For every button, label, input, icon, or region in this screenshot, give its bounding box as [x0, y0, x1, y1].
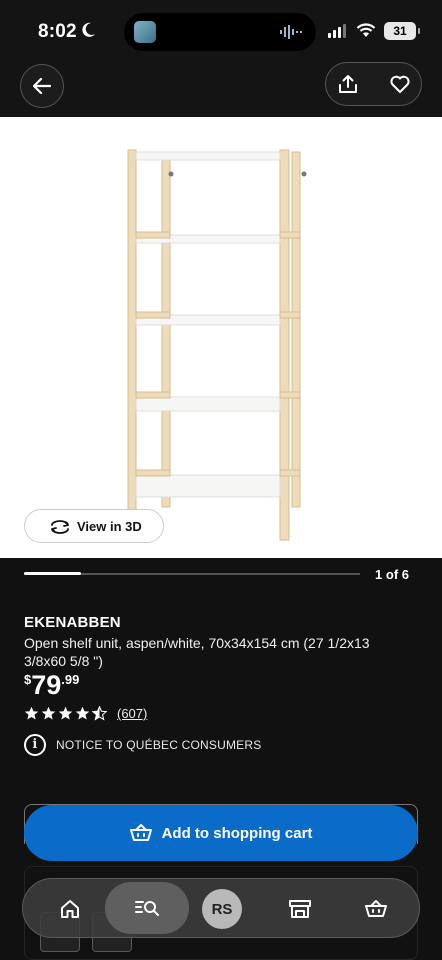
- product-image-gallery[interactable]: View in 3D: [0, 117, 442, 558]
- now-playing-thumbnail: [134, 21, 156, 43]
- price-integer: 79: [31, 670, 62, 700]
- tab-stores[interactable]: [275, 879, 325, 939]
- product-description: Open shelf unit, aspen/white, 70x34x154 …: [24, 635, 370, 669]
- bottom-tab-bar: RS: [22, 878, 420, 938]
- status-bar: 8:02 31: [0, 0, 442, 62]
- view-in-3d-button[interactable]: View in 3D: [24, 509, 164, 543]
- pager-progress: [24, 572, 81, 575]
- review-count-link[interactable]: (607): [117, 706, 147, 721]
- search-list-icon: [135, 901, 159, 916]
- view-in-3d-label: View in 3D: [77, 518, 142, 534]
- share-icon[interactable]: [338, 74, 358, 94]
- tab-profile[interactable]: RS: [200, 879, 244, 939]
- price-decimal: .99: [61, 672, 80, 687]
- heart-icon[interactable]: [390, 74, 410, 94]
- tab-cart[interactable]: [351, 879, 401, 939]
- avatar: RS: [202, 889, 242, 929]
- arrow-left-icon: [33, 78, 51, 94]
- cart-icon: [129, 824, 152, 841]
- half-star-icon: [92, 706, 107, 721]
- rotate-3d-icon: [51, 520, 69, 534]
- top-nav: [0, 62, 442, 117]
- battery-indicator: 31: [384, 22, 420, 40]
- cellular-signal-icon: [328, 24, 346, 38]
- basket-icon: [365, 900, 387, 917]
- store-icon: [289, 900, 311, 918]
- star-icon: [75, 706, 90, 720]
- page-indicator: 1 of 6: [375, 567, 409, 582]
- home-icon: [61, 900, 79, 918]
- product-name: EKENABBEN: [24, 614, 121, 631]
- wifi-icon: [356, 23, 376, 37]
- price-currency: $: [24, 672, 32, 687]
- gallery-pager: 1 of 6: [0, 558, 442, 598]
- quebec-notice-link[interactable]: i NOTICE TO QUÉBEC CONSUMERS: [24, 734, 261, 756]
- tab-search[interactable]: [105, 882, 189, 934]
- clock: 8:02: [38, 21, 77, 42]
- star-icon: [58, 706, 73, 720]
- product-price: $79.99: [24, 670, 79, 701]
- dynamic-island: [124, 13, 316, 51]
- product-rating[interactable]: (607): [24, 706, 147, 721]
- back-button[interactable]: [20, 64, 64, 108]
- add-to-cart-label: Add to shopping cart: [161, 824, 313, 842]
- product-image-shelf: [127, 149, 307, 541]
- add-to-cart-button[interactable]: Add to shopping cart: [24, 805, 418, 861]
- tab-home[interactable]: [45, 879, 95, 939]
- actions-pill: [325, 62, 422, 106]
- quebec-notice-label: NOTICE TO QUÉBEC CONSUMERS: [56, 738, 262, 752]
- star-icon: [24, 706, 39, 720]
- moon-icon: [82, 22, 95, 37]
- info-icon: i: [24, 734, 46, 756]
- audio-wave-icon: [280, 25, 302, 39]
- star-icon: [41, 706, 56, 720]
